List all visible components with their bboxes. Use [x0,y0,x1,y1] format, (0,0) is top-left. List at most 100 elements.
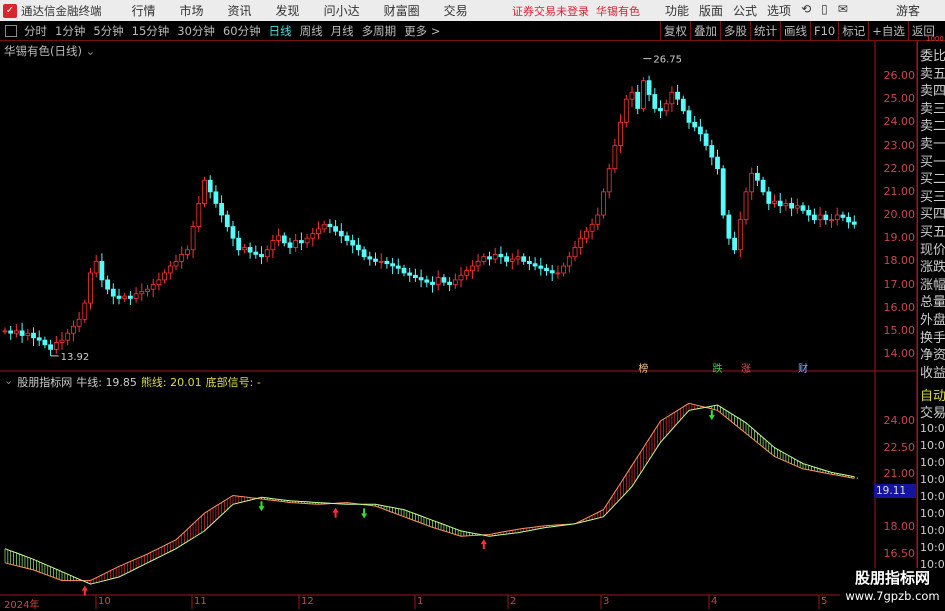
candle-body [646,80,652,95]
date-tick: 5 [821,596,828,607]
candle-body [618,121,623,146]
event-marker[interactable]: 财 [798,360,808,375]
candle-body [344,235,350,241]
candle-body [566,256,572,267]
candle-body [658,108,663,112]
event-marker[interactable]: 涨 [741,360,751,375]
watermark: 股朋指标网 www.7gpzb.com [840,568,945,609]
candle-body [321,223,327,230]
low-price-label: 13.92 [61,352,90,363]
candle-body [578,237,584,248]
candle-body [361,249,367,258]
chart-canvas[interactable]: 26.75 13.92 [0,0,945,609]
candle-body [184,249,190,255]
quote-label: 卖二 [920,119,945,135]
candle-body [167,265,173,274]
candle-body [350,240,356,246]
quote-label: 总量 [920,295,945,311]
candle-body [794,205,800,209]
indicator-tick: 18.00 [883,520,916,534]
candle-body [589,223,595,232]
candle-body [310,233,316,239]
candle-body [276,235,282,241]
candle-body [196,203,202,228]
trade-time: 10:05 [920,422,945,435]
price-tick: 25.00 [883,92,916,106]
event-marker[interactable]: 跌 [713,360,723,375]
candle-body [663,103,669,112]
candle-body [749,172,755,193]
candle-body [498,254,504,258]
candle-body [732,237,737,251]
candle-body [13,330,19,334]
candle-body [236,237,242,251]
candle-body [715,156,720,170]
quote-label: 委比 [920,49,945,64]
indicator-tick: 24.00 [883,414,916,427]
candle-body [766,191,772,204]
candle-body [19,330,25,336]
candle-body [669,91,675,105]
date-tick: 4 [711,596,718,607]
sell-arrow-icon [361,508,368,519]
candle-body [31,332,36,339]
trade-time: 10:05 [920,490,945,503]
price-tick: 21.00 [883,184,916,198]
price-tick: 23.00 [883,138,916,152]
candle-body [760,179,766,193]
candle-body [481,256,487,262]
candle-body [338,230,344,237]
candle-body [532,263,538,267]
candle-body [333,226,339,232]
candle-body [561,265,566,274]
dropdown-icon[interactable]: ⌄ [4,374,13,390]
buy-arrow-icon [332,507,339,518]
chart-title: 华锡有色(日线) ⌄ [4,43,95,59]
candle-body [834,214,840,221]
candle-body [59,339,65,343]
sell-arrow-icon [258,501,265,512]
candle-body [179,254,185,262]
candle-body [709,145,715,158]
stock-title-text: 华锡有色(日线) [4,44,82,58]
bull-line [4,402,855,582]
candle-body [652,94,658,109]
quote-panel: 1000 委比 卖五 卖四 卖三 卖二 卖一 买一 买二 买三 买四 买五 现价 涨跌 涨幅 总量 外盘 换手 净资… [917,35,945,609]
quote-label: 卖一 [920,137,945,152]
candle-body [401,267,407,274]
candle-body [720,168,726,216]
candle-body [612,145,618,170]
quote-label: 买三 [920,189,945,205]
quote-label: 涨跌 [920,260,945,276]
date-tick: 2 [510,596,517,607]
candle-body [42,339,48,346]
candle-body [527,260,532,265]
candle-body [800,205,806,211]
candle-body [287,242,293,248]
sell-arrow-icon [708,410,715,421]
candle-body [777,200,783,207]
indicator-name[interactable]: 股朋指标网 [17,374,72,390]
candle-body [156,279,162,285]
price-tick: 26.00 [883,69,916,82]
candle-body [110,288,116,297]
candle-body [572,247,578,258]
price-tick: 19.00 [883,231,916,245]
trade-time: 10:05 [920,439,945,452]
candle-body [88,272,93,304]
candle-body [555,272,561,275]
candle-body [190,226,196,251]
candle-body [93,260,99,274]
price-tick: 16.00 [883,300,916,314]
candle-body [692,121,698,128]
candle-body [641,80,646,109]
candle-body [538,265,544,269]
candle-body [606,168,612,193]
dropdown-icon[interactable]: ⌄ [86,44,96,58]
candle-body [823,214,829,221]
candle-body [452,279,458,285]
candle-body [812,214,817,221]
candle-body [367,256,373,260]
candle-body [629,91,635,100]
event-marker[interactable]: 榜 [638,360,648,375]
